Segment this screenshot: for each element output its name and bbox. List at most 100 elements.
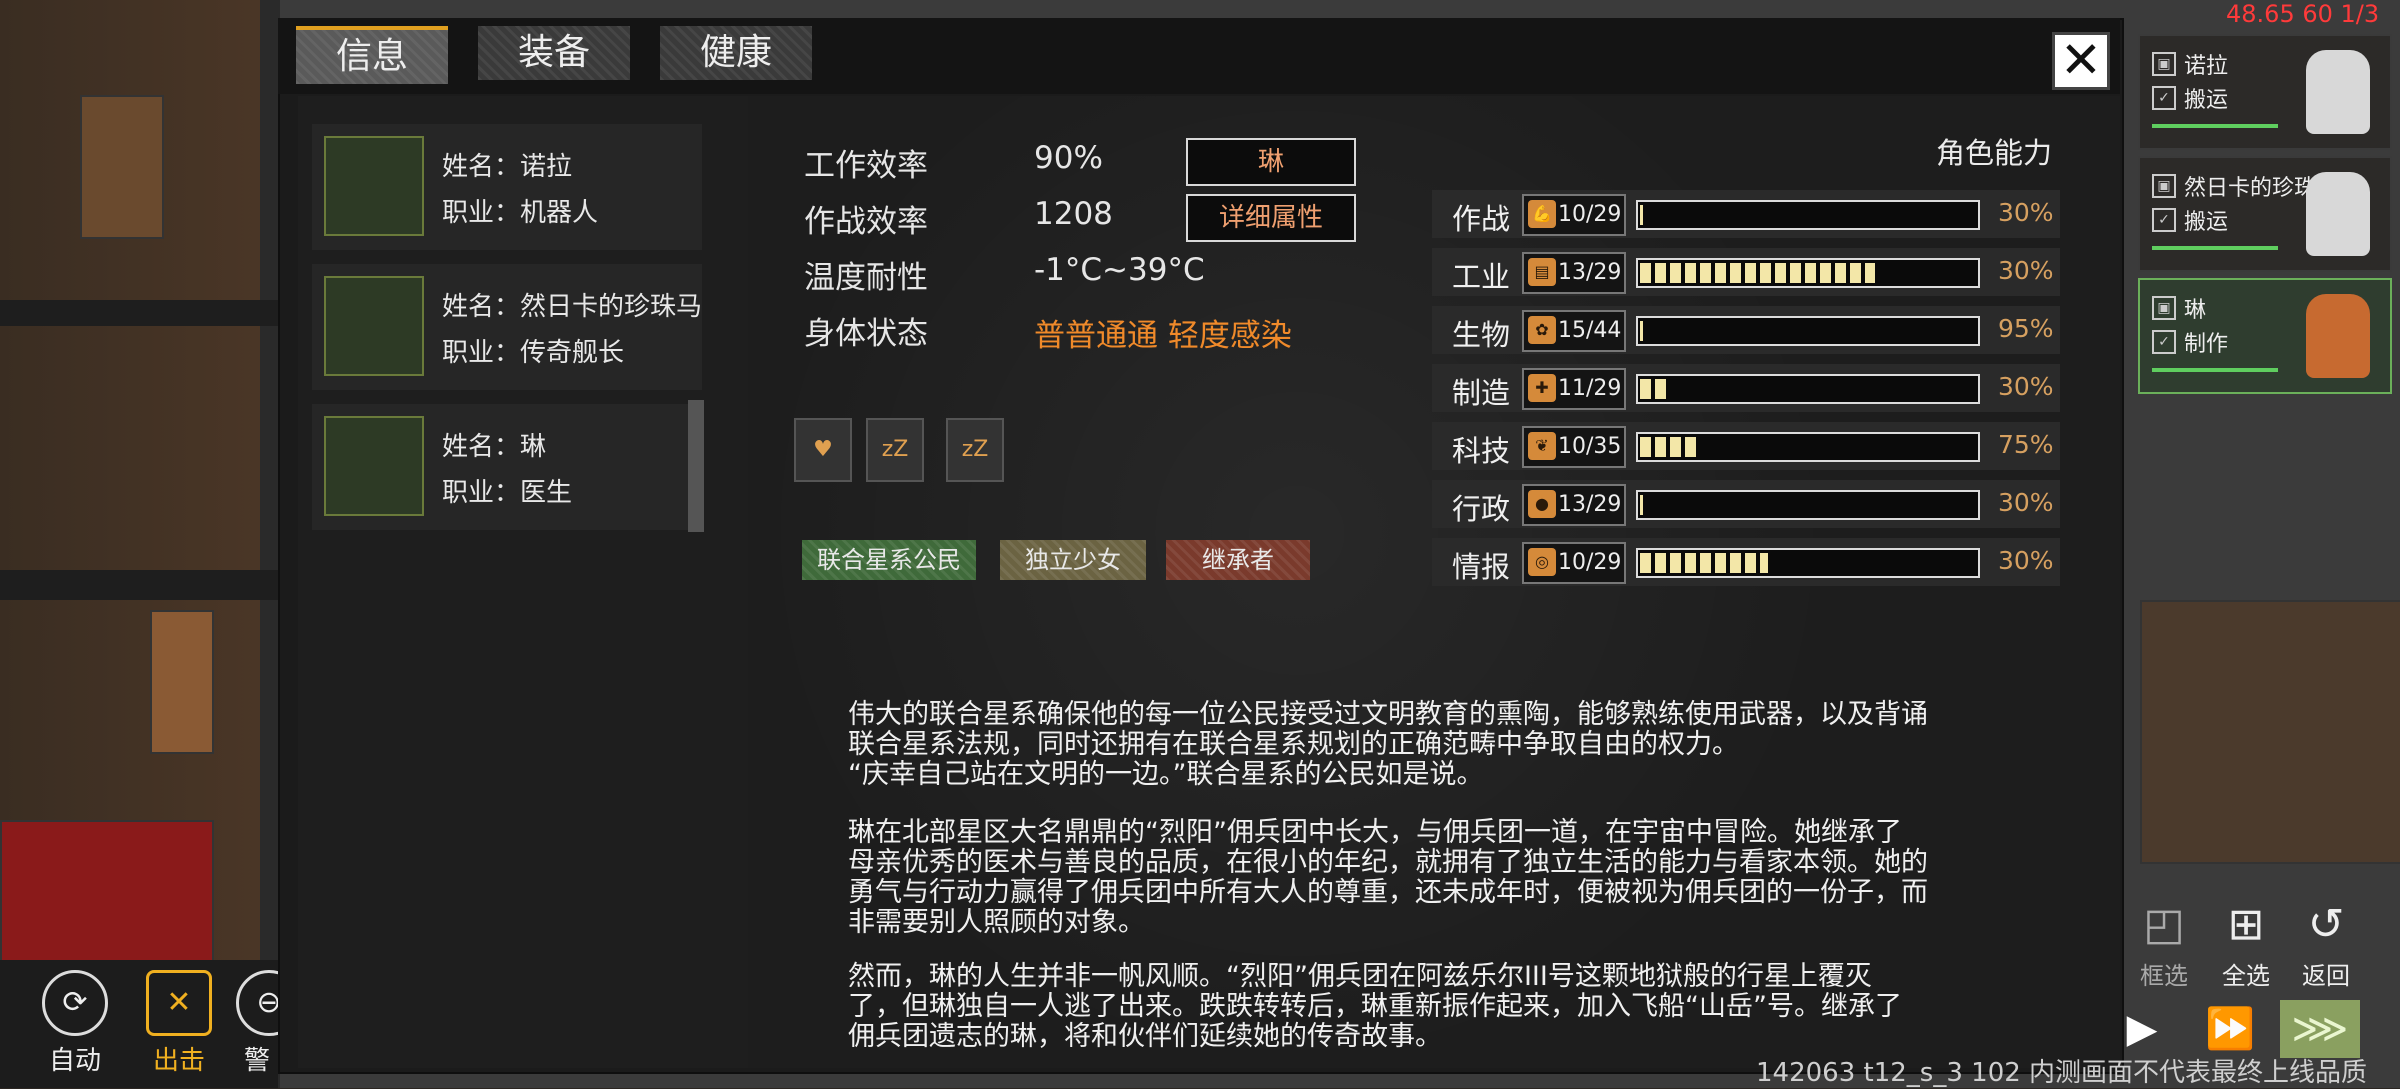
trait-tag[interactable]: 独立少女 [1000, 540, 1146, 580]
return-label: 返回 [2302, 962, 2350, 990]
description-paragraph: 伟大的联合星系确保他的每一位公民接受过文明教育的熏陶，能够熟练使用武器，以及背诵… [848, 700, 2028, 790]
box-select-icon: ◰ [2143, 899, 2185, 950]
ability-progress-fill [1640, 321, 1643, 341]
ability-progress-bar [1636, 548, 1980, 578]
abilities-title: 角色能力 [1936, 136, 2053, 170]
ability-row: 生物 ✿ 15/44 95% [1432, 306, 2060, 354]
ability-level-box: ✿ 15/44 [1522, 310, 1626, 352]
return-button[interactable]: ↺ 返回 [2286, 898, 2366, 991]
select-all-button[interactable]: ⊞ 全选 [2206, 898, 2286, 991]
fastest-speed-icon: ⋙ [2291, 1006, 2349, 1052]
fastest-speed-button[interactable]: ⋙ [2280, 1000, 2360, 1058]
checkbox-icon: ✓ [2152, 208, 2176, 232]
alert-icon: ⊖ [236, 970, 278, 1036]
debug-fps-text: 48.65 60 1/3 [2226, 0, 2380, 28]
character-item-nora[interactable]: 姓名：诺拉 职业：机器人 [312, 124, 702, 250]
ability-level-box: ◎ 10/29 [1522, 542, 1626, 584]
ability-name: 作战 [1452, 202, 1511, 236]
auto-button[interactable]: ⟳ 自动 [32, 970, 118, 1077]
avatar [324, 276, 424, 376]
trait-tag[interactable]: 联合星系公民 [802, 540, 976, 580]
fast-forward-icon: ⏩ [2205, 1006, 2255, 1052]
tools-icon: ✚ [1528, 374, 1556, 402]
ability-progress-fill [1640, 205, 1643, 225]
temperature-tolerance-value: -1°C~39°C [1034, 252, 1205, 288]
map-table [80, 95, 164, 239]
character-job: 职业：医生 [442, 478, 573, 508]
squad-member-task: 制作 [2184, 332, 2229, 357]
id-card-icon: ▣ [2152, 296, 2176, 320]
ability-progress-fill [1640, 437, 1697, 457]
character-name-button[interactable]: 琳 [1186, 138, 1356, 186]
ability-name: 生物 [1452, 318, 1511, 352]
work-efficiency-label: 工作效率 [804, 148, 928, 184]
heart-plus-icon[interactable]: ♥ [794, 418, 852, 482]
description-line: 勇气与行动力赢得了佣兵团中所有大人的尊重，还未成年时，便被视为佣兵团的一份子，而 [848, 877, 1928, 908]
character-item-lin[interactable]: 姓名：琳 职业：医生 [312, 404, 702, 530]
sleep-icon[interactable]: zZ [946, 418, 1004, 482]
ability-level: 10/29 [1558, 550, 1622, 575]
description-line: 了，但琳独自一人逃了出来。跌跌转转后，琳重新振作起来，加入飞船“山岳”号。继承了 [848, 991, 1902, 1022]
avatar [2306, 172, 2370, 256]
play-button[interactable]: ▶ [2112, 1000, 2172, 1058]
description-line: 非需要别人照顾的对象。 [848, 907, 1145, 938]
trait-tag[interactable]: 继承者 [1166, 540, 1310, 580]
ability-progress-bar [1636, 432, 1980, 462]
detail-attributes-button[interactable]: 详细属性 [1186, 194, 1356, 242]
paw-icon: ✿ [1528, 316, 1556, 344]
character-name: 姓名：然日卡的珍珠马 [442, 292, 703, 322]
alert-button[interactable]: ⊖ 警 [236, 970, 278, 1077]
play-icon: ▶ [2126, 1006, 2158, 1052]
build-watermark: 142063 t12_s_3 102 内测画面不代表最终上线品质 [1756, 1058, 2368, 1088]
id-card-icon: ▣ [2152, 174, 2176, 198]
avatar [324, 416, 424, 516]
ability-level: 15/44 [1558, 318, 1622, 343]
squad-member-name: 琳 [2184, 298, 2207, 323]
select-all-label: 全选 [2222, 962, 2270, 990]
tab-info[interactable]: 信息 [296, 26, 448, 84]
box-select-button[interactable]: ◰ 框选 [2124, 898, 2204, 991]
description-paragraph: 琳在北部星区大名鼎鼎的“烈阳”佣兵团中长大，与佣兵团一道，在宇宙中冒险。她继承了… [848, 818, 2028, 938]
tab-equipment[interactable]: 装备 [478, 26, 630, 80]
ability-level: 10/29 [1558, 202, 1622, 227]
ability-level-box: ❦ 10/35 [1522, 426, 1626, 468]
ability-percent: 30% [1998, 198, 2054, 227]
arm-icon: 💪 [1528, 200, 1556, 228]
ability-level: 13/29 [1558, 492, 1622, 517]
squad-health-bar [2152, 246, 2278, 250]
sortie-button[interactable]: ✕ 出击 [136, 970, 222, 1077]
checkbox-icon: ✓ [2152, 330, 2176, 354]
combat-efficiency-label: 作战效率 [804, 204, 928, 240]
close-button[interactable]: ✕ [2052, 32, 2110, 90]
squad-member-name: 诺拉 [2184, 54, 2229, 79]
fist-icon: ● [1528, 490, 1556, 518]
ability-level: 10/35 [1558, 434, 1622, 459]
avatar [2306, 294, 2370, 378]
ability-row: 作战 💪 10/29 30% [1432, 190, 2060, 238]
work-efficiency-value: 90% [1034, 140, 1103, 176]
map-floor [2140, 600, 2400, 864]
description-line: 佣兵团遗志的琳，将和伙伴们延续她的传奇故事。 [848, 1021, 1442, 1052]
description-line: 伟大的联合星系确保他的每一位公民接受过文明教育的熏陶，能够熟练使用武器，以及背诵 [848, 699, 1928, 730]
ability-level-box: ▤ 13/29 [1522, 252, 1626, 294]
crossed-swords-icon: ✕ [146, 970, 212, 1036]
ability-level-box: ● 13/29 [1522, 484, 1626, 526]
id-card-icon: ▣ [2152, 52, 2176, 76]
ability-level-box: 💪 10/29 [1522, 194, 1626, 236]
map-wall [0, 300, 280, 326]
character-list-scrollbar[interactable] [688, 400, 704, 532]
sleep-icon[interactable]: zZ [866, 418, 924, 482]
squad-health-bar [2152, 124, 2278, 128]
squad-member-nora[interactable]: ▣ 诺拉 ✓ 搬运 [2138, 34, 2392, 150]
ability-progress-fill [1640, 263, 1875, 283]
character-name: 姓名：诺拉 [442, 152, 573, 182]
squad-member-lin[interactable]: ▣ 琳 ✓ 制作 [2138, 278, 2392, 394]
tab-health[interactable]: 健康 [660, 26, 812, 80]
select-all-icon: ⊞ [2227, 899, 2265, 950]
ability-name: 工业 [1452, 260, 1511, 294]
fast-forward-button[interactable]: ⏩ [2194, 1000, 2266, 1058]
squad-member-pearl-horse[interactable]: ▣ 然日卡的珍珠马 ✓ 搬运 [2138, 156, 2392, 272]
auto-icon: ⟳ [42, 970, 108, 1036]
ability-percent: 30% [1998, 256, 2054, 285]
character-item-pearl-horse[interactable]: 姓名：然日卡的珍珠马 职业：传奇舰长 [312, 264, 702, 390]
